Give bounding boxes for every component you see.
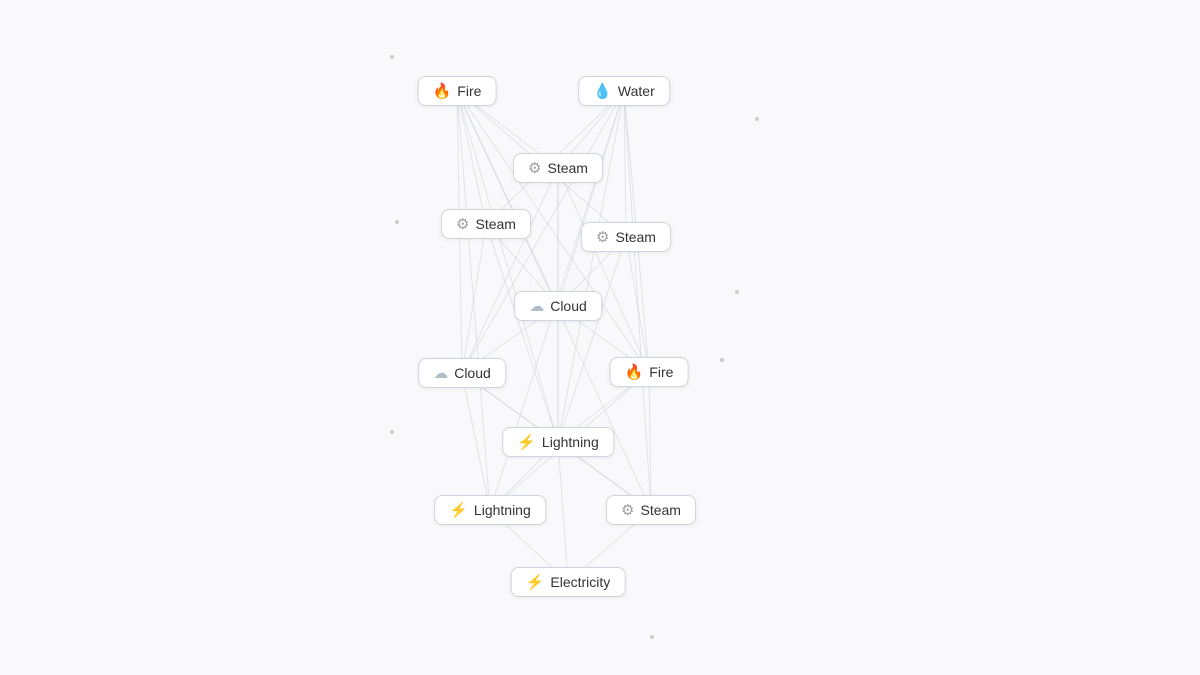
decorative-dot-4 xyxy=(720,358,724,362)
node-cloud2[interactable]: ☁ Cloud xyxy=(418,358,506,388)
node-icon-steam2: ⚙ xyxy=(456,217,469,232)
node-steam1[interactable]: ⚙ Steam xyxy=(513,153,603,183)
node-icon-fire1: 🔥 xyxy=(433,84,452,99)
node-label-steam3: Steam xyxy=(615,229,655,245)
node-icon-lightning2: ⚡ xyxy=(449,503,468,518)
node-label-steam2: Steam xyxy=(475,216,515,232)
decorative-dot-6 xyxy=(650,635,654,639)
decorative-dot-2 xyxy=(395,220,399,224)
node-steam3[interactable]: ⚙ Steam xyxy=(581,222,671,252)
graph-container: 🔥 Fire 💧 Water ⚙ Steam ⚙ Steam ⚙ Steam ☁ Cloud ☁ Clou… xyxy=(0,0,1200,675)
node-lightning2[interactable]: ⚡ Lightning xyxy=(434,495,546,525)
node-steam4[interactable]: ⚙ Steam xyxy=(606,495,696,525)
node-icon-electricity1: ⚡ xyxy=(526,575,545,590)
node-label-fire2: Fire xyxy=(649,364,673,380)
node-lightning1[interactable]: ⚡ Lightning xyxy=(502,427,614,457)
decorative-dot-3 xyxy=(735,290,739,294)
node-label-lightning1: Lightning xyxy=(542,434,599,450)
node-icon-water1: 💧 xyxy=(593,84,612,99)
node-cloud1[interactable]: ☁ Cloud xyxy=(514,291,602,321)
node-fire1[interactable]: 🔥 Fire xyxy=(418,76,497,106)
node-water1[interactable]: 💧 Water xyxy=(578,76,670,106)
node-label-water1: Water xyxy=(618,83,655,99)
node-icon-lightning1: ⚡ xyxy=(517,435,536,450)
node-icon-steam4: ⚙ xyxy=(621,503,634,518)
node-fire2[interactable]: 🔥 Fire xyxy=(610,357,689,387)
node-electricity1[interactable]: ⚡ Electricity xyxy=(511,567,626,597)
node-label-lightning2: Lightning xyxy=(474,502,531,518)
node-icon-steam1: ⚙ xyxy=(528,161,541,176)
node-steam2[interactable]: ⚙ Steam xyxy=(441,209,531,239)
node-label-steam1: Steam xyxy=(547,160,587,176)
node-label-fire1: Fire xyxy=(457,83,481,99)
decorative-dot-0 xyxy=(390,55,394,59)
decorative-dot-5 xyxy=(390,430,394,434)
node-label-cloud1: Cloud xyxy=(550,298,587,314)
node-icon-cloud2: ☁ xyxy=(433,366,448,381)
node-label-electricity1: Electricity xyxy=(550,574,610,590)
node-label-steam4: Steam xyxy=(640,502,680,518)
node-label-cloud2: Cloud xyxy=(454,365,491,381)
decorative-dot-1 xyxy=(755,117,759,121)
node-icon-cloud1: ☁ xyxy=(529,299,544,314)
node-icon-fire2: 🔥 xyxy=(625,365,644,380)
node-icon-steam3: ⚙ xyxy=(596,230,609,245)
